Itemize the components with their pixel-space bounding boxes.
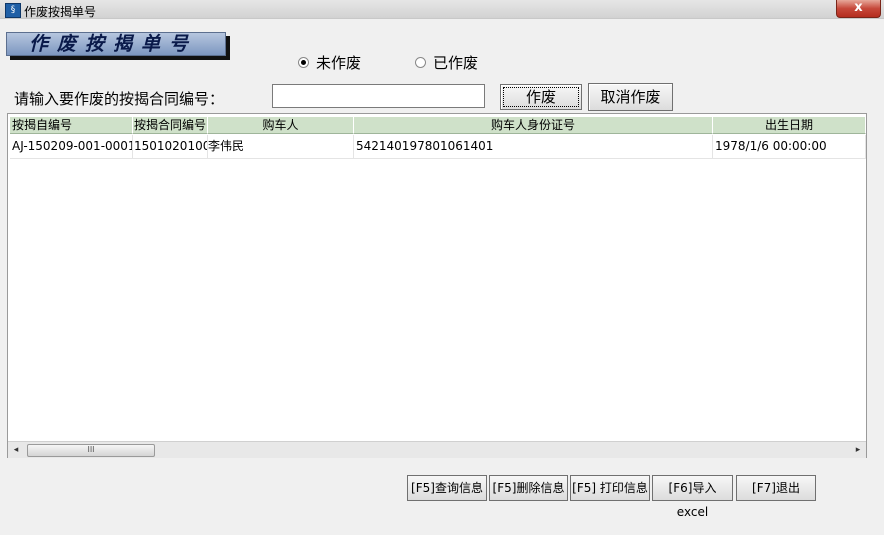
app-icon: § bbox=[5, 3, 21, 18]
export-excel-button[interactable]: [F6]导入excel bbox=[652, 475, 733, 519]
contract-prompt-label: 请输入要作废的按揭合同编号： bbox=[14, 90, 225, 108]
table-cell[interactable]: 1978/1/6 00:00:00 bbox=[713, 135, 866, 159]
page-title: 作废按揭单号 bbox=[29, 33, 198, 55]
scroll-right-icon[interactable]: ▸ bbox=[850, 442, 866, 458]
print-button[interactable]: [F5] 打印信息 bbox=[570, 475, 650, 501]
results-grid[interactable]: 按揭自编号 按揭合同编号 购车人 购车人身份证号 出生日期 AJ-150209-… bbox=[7, 113, 867, 458]
page-banner: 作废按揭单号 bbox=[6, 32, 226, 56]
scrollbar-thumb[interactable]: III bbox=[27, 444, 155, 457]
column-header[interactable]: 按揭合同编号 bbox=[133, 117, 208, 134]
window-title: 作废按揭单号 bbox=[24, 5, 97, 19]
main-window: § 作废按揭单号 x 作废按揭单号 未作废 已作废 请输入要作废的按揭合同编号：… bbox=[0, 0, 884, 535]
horizontal-scrollbar[interactable]: ◂ III ▸ bbox=[8, 441, 866, 458]
table-cell[interactable]: AJ-150209-001-0001 bbox=[10, 135, 133, 159]
radio-unvoided[interactable]: 未作废 bbox=[298, 52, 361, 73]
radio-selected-icon bbox=[298, 57, 309, 68]
void-button[interactable]: 作废 bbox=[500, 84, 582, 110]
title-bar: § 作废按揭单号 x bbox=[0, 0, 884, 19]
column-header[interactable]: 出生日期 bbox=[713, 117, 866, 134]
table-cell[interactable]: 542140197801061401 bbox=[354, 135, 713, 159]
scroll-left-icon[interactable]: ◂ bbox=[8, 442, 24, 458]
radio-unselected-icon bbox=[415, 57, 426, 68]
close-button[interactable]: x bbox=[836, 0, 881, 18]
exit-button[interactable]: [F7]退出 bbox=[736, 475, 816, 501]
delete-button[interactable]: [F5]删除信息 bbox=[489, 475, 568, 501]
column-header[interactable]: 购车人 bbox=[208, 117, 354, 134]
column-header[interactable]: 购车人身份证号 bbox=[354, 117, 713, 134]
radio-voided-label: 已作废 bbox=[433, 54, 479, 72]
table-cell[interactable]: 李伟民 bbox=[208, 135, 354, 159]
cancel-void-button[interactable]: 取消作废 bbox=[588, 83, 673, 111]
radio-voided[interactable]: 已作废 bbox=[415, 52, 478, 73]
column-header[interactable]: 按揭自编号 bbox=[10, 117, 133, 134]
contract-number-input[interactable] bbox=[272, 84, 485, 108]
query-button[interactable]: [F5]查询信息 bbox=[407, 475, 487, 501]
table-cell[interactable]: 1501020100' bbox=[133, 135, 208, 159]
radio-unvoided-label: 未作废 bbox=[316, 54, 362, 72]
